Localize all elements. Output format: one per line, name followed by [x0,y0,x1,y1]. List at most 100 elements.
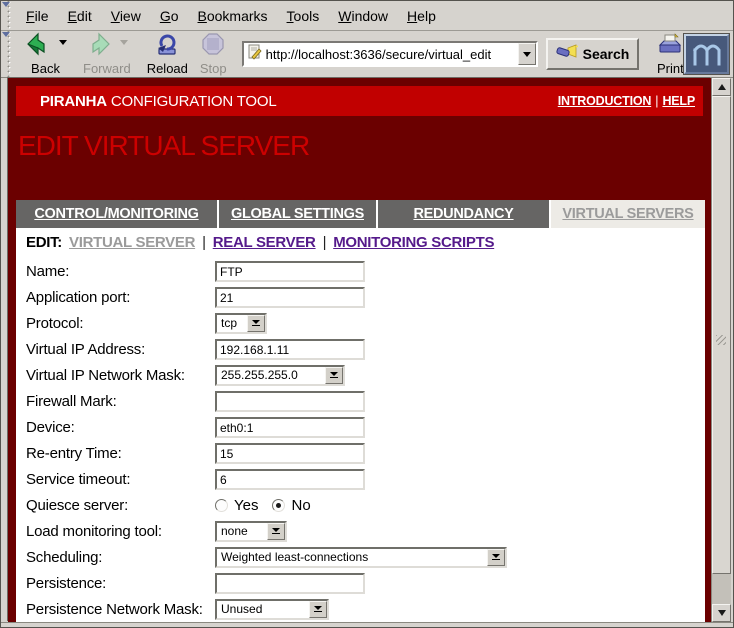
persistence-network-mask-selected-value: Unused [217,602,309,616]
reload-label: Reload [147,61,188,76]
form-row-persistence: Persistence: [16,570,705,596]
form-row-firewall-mark: Firewall Mark: [16,388,705,414]
forward-arrow-icon [85,32,113,61]
print-button[interactable]: Print [653,32,687,77]
tab-redundancy[interactable]: REDUNDANCY [378,200,549,228]
window-bottom-frame [1,622,733,628]
back-dropdown-icon[interactable] [59,40,67,45]
subnav-link-virtual-server[interactable]: VIRTUAL SERVER [69,234,195,251]
scrollbar-thumb[interactable] [712,96,731,574]
search-label: Search [583,46,630,62]
form-row-protocol: Protocol:tcp [16,310,705,336]
virtual-ip-network-mask-label: Virtual IP Network Mask: [16,367,215,384]
toolbar-grippy[interactable] [3,1,17,30]
back-button[interactable]: Back [21,32,70,77]
service-timeout-input[interactable] [215,469,365,490]
header-link-separator: | [655,94,658,108]
re-entry-time-input[interactable] [215,443,365,464]
tab-bar: CONTROL/MONITORINGGLOBAL SETTINGSREDUNDA… [16,200,705,228]
print-label: Print [657,61,684,76]
collapse-arrow-icon [2,2,10,7]
scroll-up-button[interactable] [712,78,731,96]
toolbar-grippy[interactable] [3,31,17,77]
load-monitoring-tool-select[interactable]: none [215,521,287,542]
dropdown-arrow-icon[interactable] [325,367,343,384]
dropdown-arrow-icon[interactable] [487,549,505,566]
re-entry-time-label: Re-entry Time: [16,445,215,462]
forward-button[interactable]: Forward [80,32,134,77]
app-title: PIRANHA CONFIGURATION TOOL [40,93,277,110]
mozilla-logo[interactable] [684,34,729,74]
menu-tools[interactable]: Tools [287,8,320,24]
bookmark-page-icon[interactable] [247,44,262,65]
search-button[interactable]: Search [546,38,640,70]
service-timeout-label: Service timeout: [16,471,215,488]
stop-button[interactable]: Stop [197,32,230,77]
help-link[interactable]: HELP [662,94,695,108]
url-bar[interactable]: http://localhost:3636/secure/virtual_edi… [242,41,538,67]
search-flashlight-icon [556,44,578,65]
application-port-input[interactable] [215,287,365,308]
subnav-separator: | [202,234,206,251]
stop-icon [201,32,225,61]
menu-items: File Edit View Go Bookmarks Tools Window Help [17,8,436,24]
firewall-mark-input[interactable] [215,391,365,412]
load-monitoring-tool-selected-value: none [217,524,267,538]
back-arrow-icon [24,32,52,61]
tab-control-monitoring[interactable]: CONTROL/MONITORING [16,200,217,228]
virtual-ip-network-mask-select[interactable]: 255.255.255.0 [215,365,345,386]
scroll-down-button[interactable] [712,604,731,622]
reload-button[interactable]: Reload [144,32,191,77]
tab-global-settings[interactable]: GLOBAL SETTINGS [219,200,376,228]
tab-virtual-servers[interactable]: VIRTUAL SERVERS [551,200,705,228]
dropdown-arrow-icon[interactable] [247,315,265,332]
subnav-separator: | [323,234,327,251]
form-row-service-timeout: Service timeout: [16,466,705,492]
scheduling-label: Scheduling: [16,549,215,566]
virtual-ip-address-input[interactable] [215,339,365,360]
collapse-arrow-icon [2,32,10,37]
printer-icon [656,33,684,60]
name-input[interactable] [215,261,365,282]
scheduling-select[interactable]: Weighted least-connections [215,547,507,568]
protocol-select[interactable]: tcp [215,313,267,334]
forward-dropdown-icon[interactable] [120,40,128,45]
subnav-link-real-server[interactable]: REAL SERVER [213,234,316,251]
quiesce-server-no-radio[interactable] [272,499,285,512]
application-port-label: Application port: [16,289,215,306]
form-row-name: Name: [16,258,705,284]
url-history-dropdown[interactable] [518,43,536,65]
stop-label: Stop [200,61,227,76]
device-input[interactable] [215,417,365,438]
menu-file[interactable]: File [26,8,49,24]
menu-go[interactable]: Go [160,8,179,24]
persistence-network-mask-label: Persistence Network Mask: [16,601,215,618]
menu-window[interactable]: Window [338,8,388,24]
edit-subnav: EDIT:VIRTUAL SERVER|REAL SERVER|MONITORI… [16,228,705,256]
introduction-link[interactable]: INTRODUCTION [558,94,651,108]
menu-bookmarks[interactable]: Bookmarks [198,8,268,24]
reload-icon [154,32,180,61]
dropdown-arrow-icon[interactable] [309,601,327,618]
protocol-label: Protocol: [16,315,215,332]
thumb-grip-icon [716,335,726,345]
dropdown-arrow-icon[interactable] [267,523,285,540]
vertical-scrollbar[interactable] [711,78,731,622]
arrow-down-icon [718,610,726,616]
menu-view[interactable]: View [111,8,141,24]
persistence-input[interactable] [215,573,365,594]
protocol-selected-value: tcp [217,316,247,330]
subnav-link-monitoring-scripts[interactable]: MONITORING SCRIPTS [333,234,494,251]
name-label: Name: [16,263,215,280]
persistence-network-mask-select[interactable]: Unused [215,599,329,620]
form-row-device: Device: [16,414,705,440]
menu-help[interactable]: Help [407,8,436,24]
virtual-ip-network-mask-selected-value: 255.255.255.0 [217,368,325,382]
quiesce-server-yes-radio[interactable] [215,499,228,512]
url-input[interactable]: http://localhost:3636/secure/virtual_edi… [266,47,518,62]
forward-label: Forward [83,61,131,76]
menu-edit[interactable]: Edit [68,8,92,24]
back-label: Back [31,61,60,76]
scheduling-selected-value: Weighted least-connections [217,550,487,564]
firewall-mark-label: Firewall Mark: [16,393,215,410]
